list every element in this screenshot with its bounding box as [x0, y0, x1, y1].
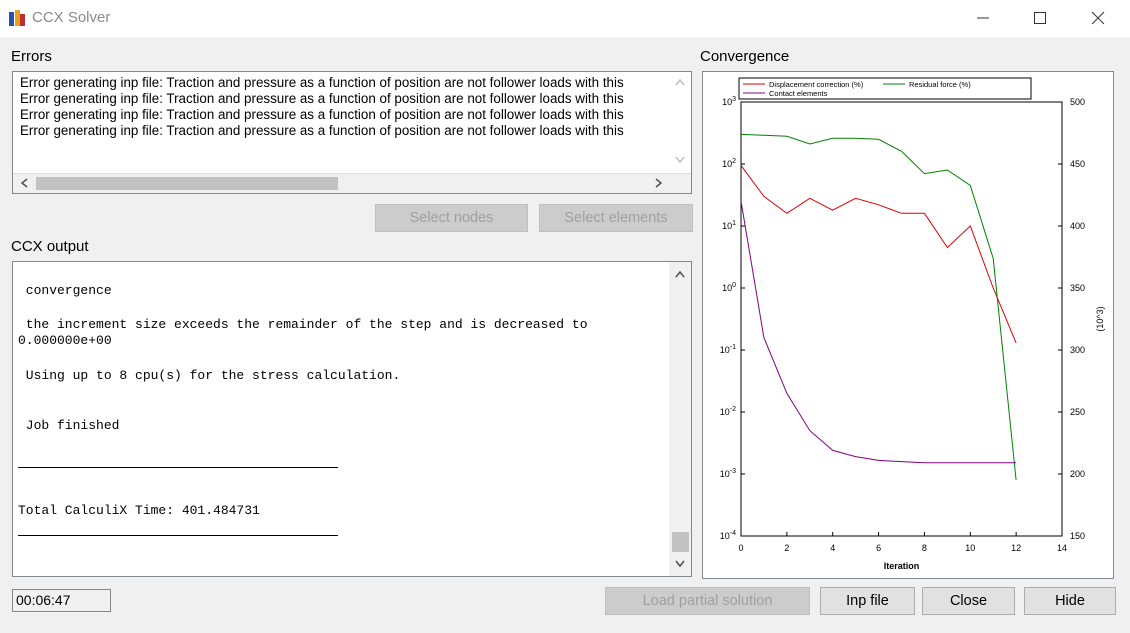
x-tick-label: 2	[784, 543, 789, 553]
y-tick-label: 10-1	[720, 344, 736, 355]
y-tick-exponent: -3	[730, 468, 736, 475]
scroll-up-icon[interactable]	[675, 270, 685, 278]
scroll-right-icon[interactable]	[655, 178, 663, 188]
scrollbar-thumb[interactable]	[36, 177, 338, 190]
y-tick-label: 10-3	[720, 468, 736, 479]
minimize-icon	[977, 17, 989, 19]
y-tick-label: 10-4	[720, 530, 736, 541]
series-line-0	[740, 165, 1017, 344]
close-icon	[1091, 11, 1105, 25]
output-line: 0.000000e+00	[18, 333, 112, 348]
output-line: Total CalculiX Time: 401.484731	[18, 503, 260, 518]
window-title: CCX Solver	[32, 9, 111, 26]
output-divider	[18, 467, 338, 468]
y-tick-base: 10	[720, 407, 730, 417]
y2-tick-label: 450	[1070, 159, 1085, 169]
convergence-chart: Displacement correction (%) Residual forc…	[702, 71, 1114, 579]
hide-button[interactable]: Hide	[1024, 587, 1116, 615]
y-tick-exponent: 2	[732, 158, 736, 165]
series-line-1	[740, 133, 1017, 481]
y-tick-base: 10	[722, 97, 732, 107]
error-line: Error generating inp file: Traction and …	[20, 75, 624, 90]
y2-tick-label: 350	[1070, 283, 1085, 293]
error-line: Error generating inp file: Traction and …	[20, 107, 624, 122]
errors-list[interactable]: Error generating inp file: Traction and …	[12, 71, 692, 194]
y-tick-exponent: -4	[730, 530, 736, 537]
errors-vertical-scrollbar[interactable]	[669, 72, 691, 176]
output-line: Using up to 8 cpu(s) for the stress calc…	[18, 368, 401, 383]
y2-tick-label: 250	[1070, 407, 1085, 417]
output-line: the increment size exceeds the remainder…	[18, 317, 588, 332]
inp-file-button[interactable]: Inp file	[820, 587, 915, 615]
x-axis-label: Iteration	[884, 561, 920, 571]
y-tick-label: 101	[722, 220, 736, 231]
legend-label-0: Displacement correction (%)	[769, 80, 864, 89]
x-tick-label: 12	[1011, 543, 1021, 553]
elapsed-time: 00:06:47	[12, 589, 111, 612]
y2-tick-label: 400	[1070, 221, 1085, 231]
scrollbar-thumb[interactable]	[672, 532, 689, 552]
load-partial-solution-button[interactable]: Load partial solution	[605, 587, 810, 615]
y-tick-label: 100	[722, 282, 736, 293]
scroll-down-icon[interactable]	[675, 156, 685, 164]
y-tick-exponent: 1	[732, 220, 736, 227]
legend-label-1: Residual force (%)	[909, 80, 971, 89]
close-button[interactable]: Close	[922, 587, 1015, 615]
select-elements-button[interactable]: Select elements	[539, 204, 693, 232]
x-tick-label: 4	[830, 543, 835, 553]
title-bar: CCX Solver	[0, 0, 1130, 37]
maximize-button[interactable]	[1012, 0, 1070, 37]
y2-tick-label: 150	[1070, 531, 1085, 541]
y2-tick-label: 200	[1070, 469, 1085, 479]
y2-tick-label: 300	[1070, 345, 1085, 355]
y-tick-base: 10	[722, 159, 732, 169]
y-tick-exponent: 3	[732, 96, 736, 103]
ccx-output-label: CCX output	[11, 238, 89, 255]
y-tick-exponent: -2	[730, 406, 736, 413]
error-line: Error generating inp file: Traction and …	[20, 123, 624, 138]
select-nodes-button[interactable]: Select nodes	[375, 204, 528, 232]
maximize-icon	[1034, 12, 1046, 24]
series-line-2	[740, 201, 1017, 464]
plot-area	[740, 101, 1063, 537]
output-line: convergence	[18, 283, 112, 298]
errors-label: Errors	[11, 48, 52, 65]
scroll-down-icon[interactable]	[675, 560, 685, 568]
convergence-chart-svg: Displacement correction (%) Residual forc…	[720, 77, 1105, 571]
output-line: Job finished	[18, 418, 120, 433]
y2-tick-label: 500	[1070, 97, 1085, 107]
y-tick-label: 103	[722, 96, 736, 107]
x-tick-label: 0	[738, 543, 743, 553]
legend-label-2: Contact elements	[769, 89, 828, 98]
output-divider	[18, 535, 338, 536]
convergence-label: Convergence	[700, 48, 790, 65]
y2-axis-label: (10^3)	[1095, 306, 1105, 331]
y-tick-base: 10	[720, 345, 730, 355]
x-tick-label: 6	[876, 543, 881, 553]
output-vertical-scrollbar[interactable]	[669, 262, 691, 576]
scroll-left-icon[interactable]	[20, 178, 28, 188]
y-tick-base: 10	[722, 221, 732, 231]
scroll-up-icon[interactable]	[675, 78, 685, 86]
y-tick-label: 102	[722, 158, 736, 169]
ccx-output-text[interactable]: convergence the increment size exceeds t…	[12, 261, 692, 577]
x-tick-label: 8	[922, 543, 927, 553]
y-tick-exponent: 0	[732, 282, 736, 289]
legend: Displacement correction (%) Residual forc…	[738, 77, 1032, 100]
y-tick-base: 10	[722, 283, 732, 293]
error-line: Error generating inp file: Traction and …	[20, 91, 624, 106]
y-tick-exponent: -1	[730, 344, 736, 351]
y-tick-base: 10	[720, 531, 730, 541]
x-tick-label: 10	[965, 543, 975, 553]
y-tick-base: 10	[720, 469, 730, 479]
errors-horizontal-scrollbar[interactable]	[13, 173, 691, 193]
minimize-button[interactable]	[955, 0, 1013, 37]
x-tick-label: 14	[1057, 543, 1067, 553]
app-icon	[9, 10, 25, 26]
y-tick-label: 10-2	[720, 406, 736, 417]
close-window-button[interactable]	[1070, 0, 1128, 37]
